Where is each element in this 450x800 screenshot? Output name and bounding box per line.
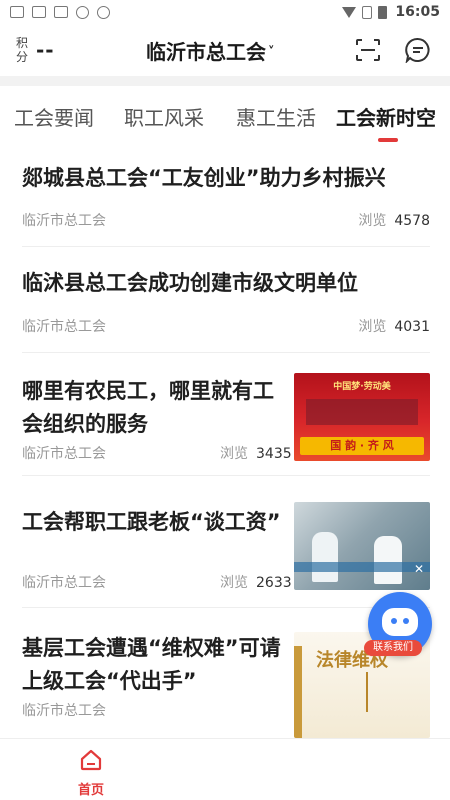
app-header: 积 分 -- 临沂市总工会 ˅ xyxy=(0,24,450,76)
no-sim-icon xyxy=(362,5,373,19)
org-selector[interactable]: 临沂市总工会 ˅ xyxy=(146,36,275,65)
message-icon[interactable] xyxy=(405,37,431,63)
article-source: 临沂市总工会 xyxy=(22,319,106,335)
article-title: 郯城县总工会“工友创业”助力乡村振兴 xyxy=(22,166,386,190)
article-title: 工会帮职工跟老板“谈工资” xyxy=(22,510,281,534)
article-source: 临沂市总工会 xyxy=(22,213,106,229)
status-left-icons xyxy=(10,5,110,19)
article-thumbnail: ✕ xyxy=(294,502,430,590)
bottom-nav: 首页 xyxy=(0,738,450,800)
article-views: 浏览 2633 xyxy=(220,575,292,591)
tab-active-indicator xyxy=(378,138,398,142)
category-tabs: 工会要闻 职工风采 惠工生活 工会新时空 xyxy=(0,86,450,144)
article-title: 临沭县总工会成功创建市级文明单位 xyxy=(22,271,358,295)
dnd-icon xyxy=(97,5,110,19)
app-notification-icon xyxy=(54,6,68,18)
article-item[interactable]: 郯城县总工会“工友创业”助力乡村振兴 临沂市总工会 浏览 4578 xyxy=(22,150,430,247)
status-time: 16:05 xyxy=(395,4,440,20)
tab-worker-style[interactable]: 职工风采 xyxy=(124,102,204,131)
battery-icon xyxy=(378,5,388,19)
article-title: 哪里有农民工，哪里就有工会组织的服务 xyxy=(22,379,274,436)
close-icon: ✕ xyxy=(413,562,424,576)
article-views: 浏览 4578 xyxy=(358,213,430,229)
scan-icon[interactable] xyxy=(355,38,381,62)
article-views: 浏览 4031 xyxy=(358,319,430,335)
image-notification-icon xyxy=(10,6,24,18)
points-widget[interactable]: 积 分 -- xyxy=(16,36,55,64)
article-views: 浏览 3435 xyxy=(220,446,292,462)
contact-us-label[interactable]: 联系我们 xyxy=(364,640,422,656)
chevron-down-icon: ˅ xyxy=(268,45,275,60)
article-source: 临沂市总工会 xyxy=(22,446,106,462)
status-right: 16:05 xyxy=(342,4,440,20)
article-item[interactable]: 工会帮职工跟老板“谈工资” 临沂市总工会 浏览 2633 ✕ xyxy=(22,476,430,608)
tab-welfare-life[interactable]: 惠工生活 xyxy=(236,102,316,131)
article-item[interactable]: 临沭县总工会成功创建市级文明单位 临沂市总工会 浏览 4031 xyxy=(22,247,430,353)
article-thumbnail: 中国梦·劳动美 国 韵 · 齐 风 xyxy=(294,373,430,461)
header-separator xyxy=(0,76,450,86)
robot-icon xyxy=(382,608,418,636)
article-source: 临沂市总工会 xyxy=(22,703,106,719)
shield-notification-icon xyxy=(76,5,89,19)
wifi-icon xyxy=(342,6,357,18)
tab-union-news[interactable]: 工会要闻 xyxy=(14,102,94,131)
article-item[interactable]: 哪里有农民工，哪里就有工会组织的服务 临沂市总工会 浏览 3435 中国梦·劳动… xyxy=(22,353,430,476)
status-bar: 16:05 xyxy=(0,0,450,24)
points-label: 积 分 xyxy=(16,36,29,64)
page-title: 临沂市总工会 xyxy=(146,40,266,64)
article-source: 临沂市总工会 xyxy=(22,575,106,591)
tab-new-era[interactable]: 工会新时空 xyxy=(336,102,436,131)
points-value: -- xyxy=(36,38,55,62)
article-title: 基层工会遭遇“维权难”可请上级工会“代出手” xyxy=(22,636,281,693)
nav-home-label[interactable]: 首页 xyxy=(78,779,104,798)
home-icon[interactable] xyxy=(80,749,102,771)
mail-notification-icon xyxy=(32,6,46,18)
